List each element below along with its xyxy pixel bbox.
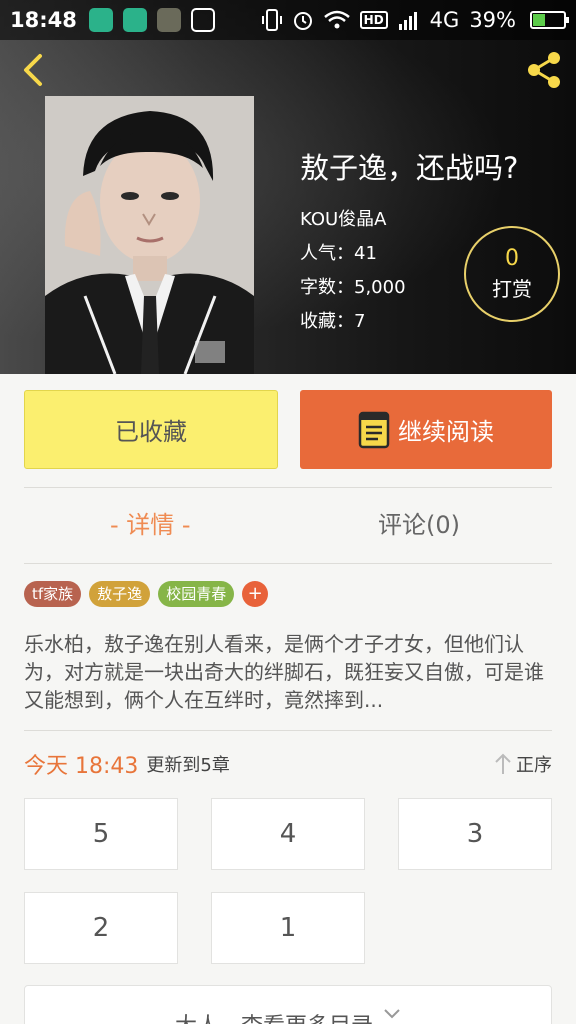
- tag-list: tf家族 敖子逸 校园青春 +: [24, 581, 269, 607]
- network-type: 4G: [429, 8, 460, 32]
- arrow-up-icon: [495, 753, 511, 774]
- more-chapters-label: 大人，查看更多目录: [175, 1008, 373, 1024]
- chapter-button[interactable]: 1: [211, 892, 365, 964]
- update-time: 今天 18:43: [24, 754, 139, 779]
- chapter-button[interactable]: 2: [24, 892, 178, 964]
- battery-percent: 39%: [469, 8, 516, 32]
- battery-icon: [530, 11, 569, 29]
- hd-badge: HD: [359, 11, 388, 29]
- chapter-button[interactable]: 4: [211, 798, 365, 870]
- status-bar: 18:48 HD 4G 39%: [0, 0, 576, 40]
- book-icon: [358, 411, 390, 448]
- tag-chip[interactable]: 校园青春: [158, 581, 235, 607]
- update-info: 今天 18:43 更新到5章 正序: [24, 748, 552, 780]
- status-time: 18:48: [10, 8, 77, 32]
- book-cover: [45, 96, 254, 374]
- divider: [24, 487, 552, 488]
- divider: [24, 563, 552, 564]
- collected-button[interactable]: 已收藏: [24, 390, 278, 469]
- sort-button[interactable]: 正序: [494, 751, 552, 777]
- chapter-button[interactable]: 5: [24, 798, 178, 870]
- wifi-icon: [323, 10, 350, 29]
- tag-chip[interactable]: tf家族: [24, 581, 82, 607]
- alarm-icon: [293, 12, 312, 30]
- app-notification-icon: [122, 8, 147, 32]
- status-indicators: HD 4G 39%: [261, 8, 569, 32]
- reward-count: 0: [505, 246, 519, 271]
- reward-label: 打赏: [492, 277, 532, 301]
- vibrate-icon: [261, 9, 282, 31]
- tab-comments[interactable]: 评论(0): [378, 505, 460, 545]
- back-icon[interactable]: [14, 50, 54, 90]
- app-notification-icon: [156, 8, 181, 32]
- divider: [24, 730, 552, 731]
- tag-chip[interactable]: 敖子逸: [89, 581, 151, 607]
- chevron-down-icon: [384, 1009, 400, 1019]
- signal-icon: [398, 12, 417, 30]
- book-author[interactable]: KOU俊晶A: [300, 205, 518, 230]
- screenshot-icon: [190, 8, 215, 32]
- app-notification-icon: [88, 8, 113, 32]
- tab-details[interactable]: - 详情 -: [110, 505, 191, 545]
- book-description[interactable]: 乐水柏，敖子逸在别人看来，是俩个才子才女，但他们认为，对方就是一块出奇大的绊脚石…: [24, 630, 552, 714]
- collected-label: 已收藏: [115, 418, 187, 446]
- continue-reading-label: 继续阅读: [398, 418, 494, 446]
- sort-label: 正序: [516, 755, 552, 776]
- add-tag-button[interactable]: +: [242, 581, 269, 607]
- book-title: 敖子逸，还战吗?: [300, 151, 519, 185]
- more-chapters-button[interactable]: 大人，查看更多目录: [24, 985, 552, 1024]
- reward-button[interactable]: 0 打赏: [464, 226, 560, 322]
- cover-portrait-image: [45, 96, 254, 374]
- share-icon[interactable]: [522, 48, 566, 92]
- chapter-button[interactable]: 3: [398, 798, 552, 870]
- continue-reading-button[interactable]: 继续阅读: [300, 390, 552, 469]
- update-text: 更新到5章: [146, 755, 230, 776]
